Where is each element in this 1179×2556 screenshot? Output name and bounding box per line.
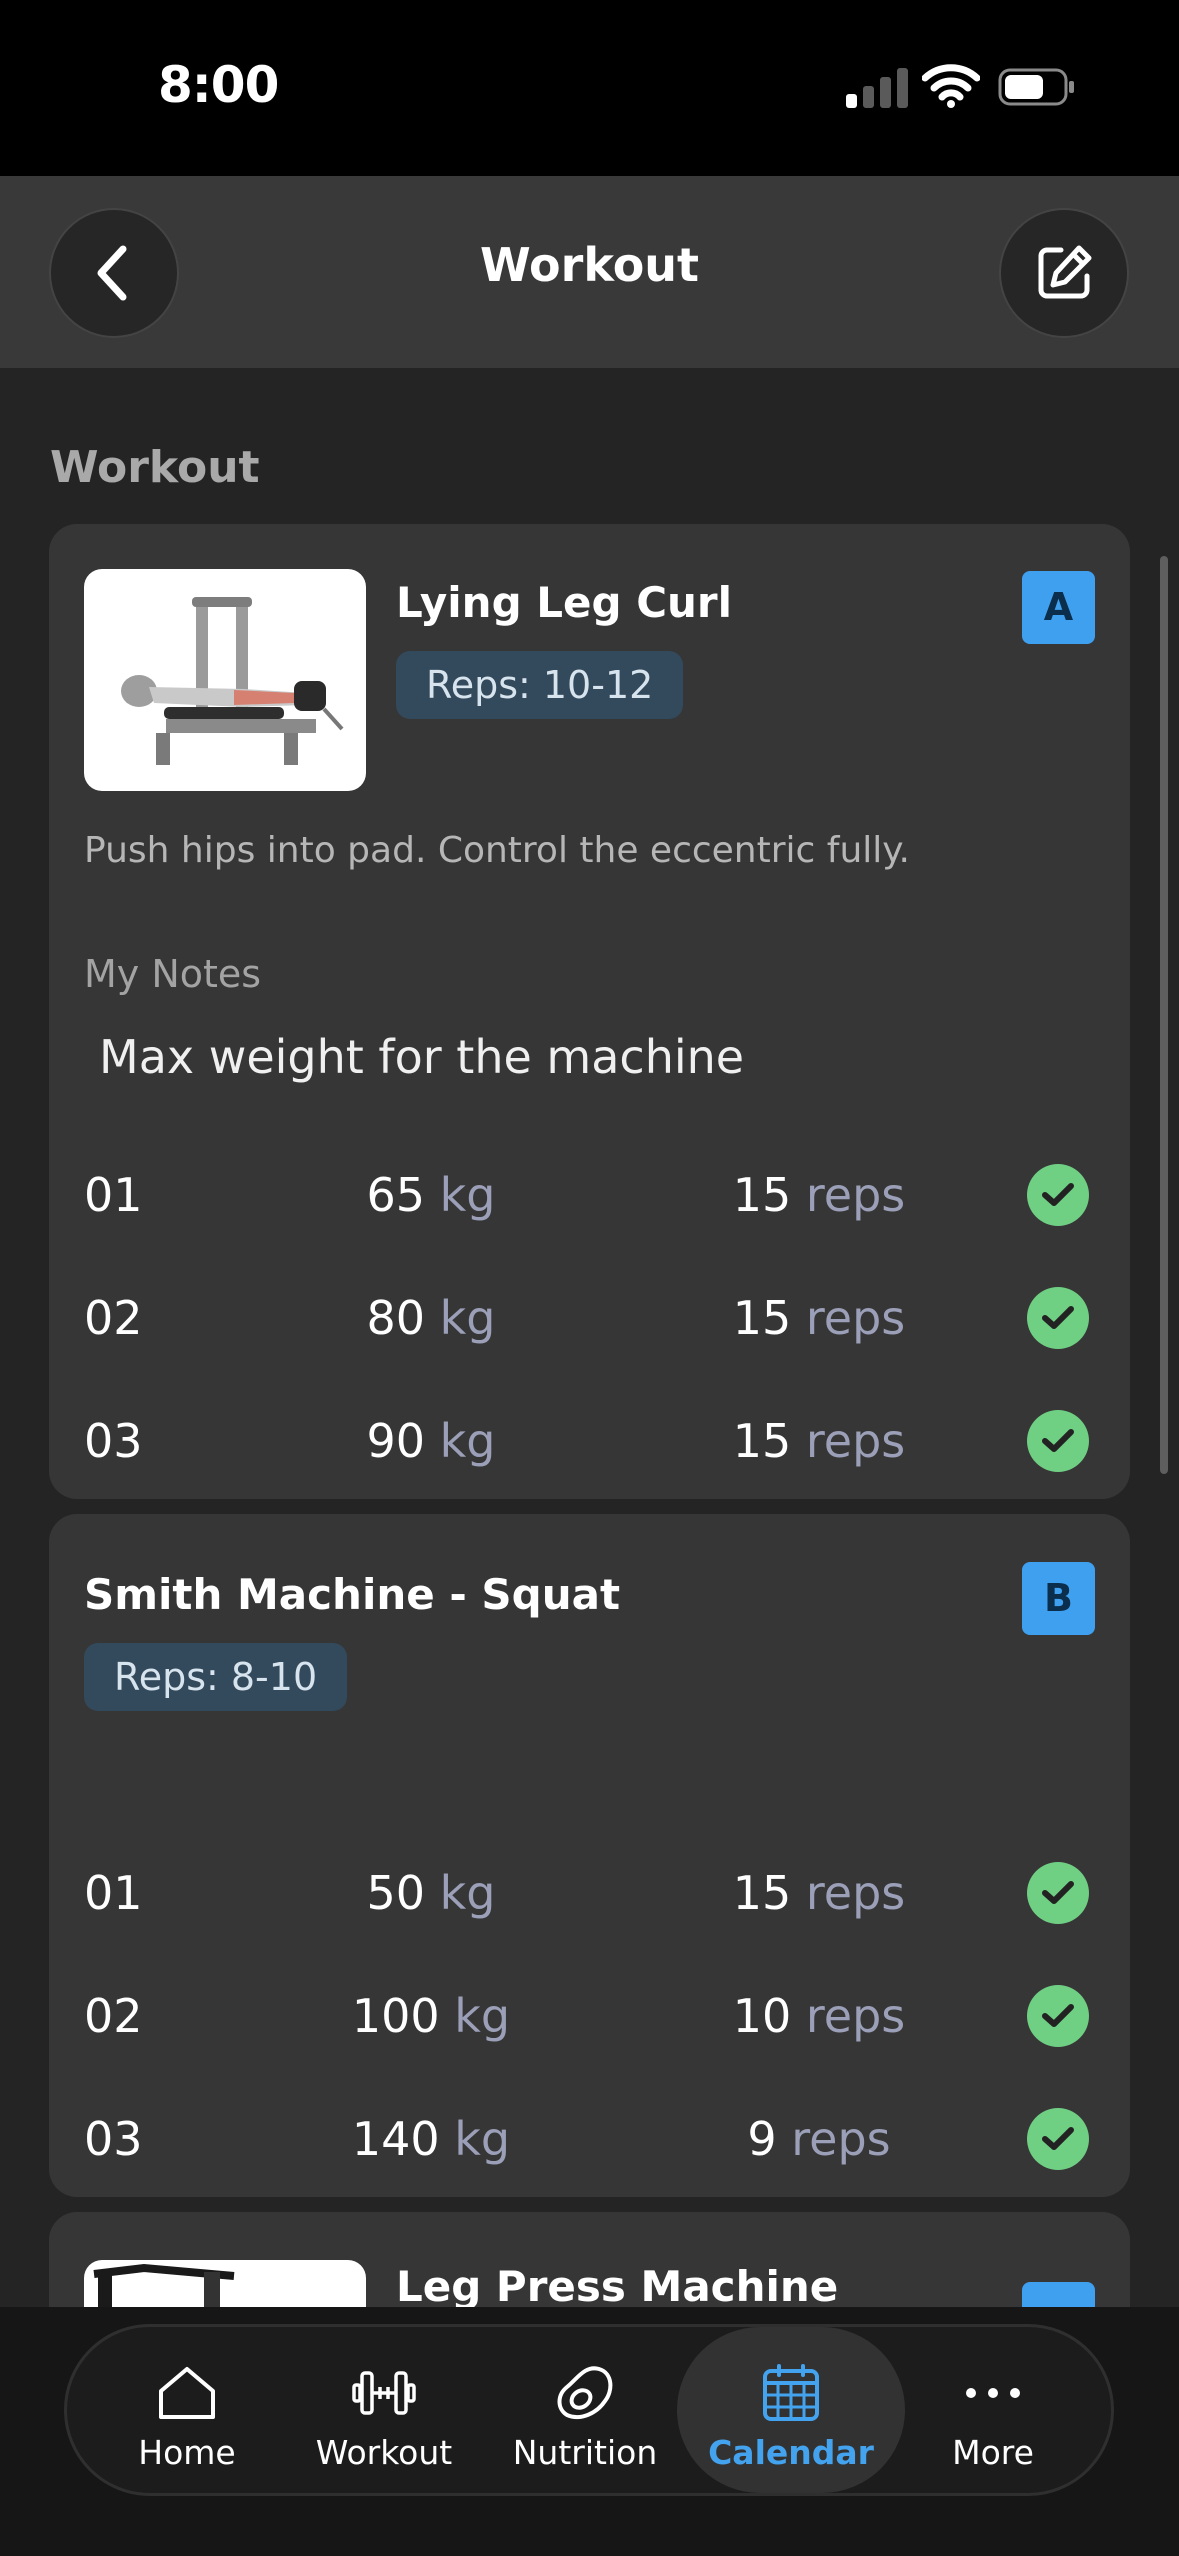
set-reps[interactable]: 10 reps [669,1989,969,2043]
set-number: 02 [84,1989,143,2043]
reps-badge: Reps: 8-10 [84,1643,348,1711]
nav-item-calendar[interactable]: Calendar [677,2327,905,2493]
check-icon [1042,2127,1074,2150]
status-time: 8:00 [158,56,279,114]
set-number: 01 [84,1866,143,1920]
set-reps[interactable]: 15 reps [669,1168,969,1222]
scrollbar[interactable] [1160,556,1168,1474]
exercise-name: Lying Leg Curl [396,578,733,627]
home-icon [159,2367,215,2419]
nav-item-workout[interactable]: Workout [284,2327,484,2493]
nav-label: Workout [315,2433,453,2472]
notes-field[interactable]: Max weight for the machine [99,1030,744,1084]
check-icon [1042,2004,1074,2027]
edit-button[interactable] [999,208,1129,338]
set-complete-check[interactable] [1027,2108,1089,2170]
exercise-card[interactable]: Smith Machine - Squat Reps: 8-10 B 01 50… [49,1514,1130,2197]
set-weight[interactable]: 90 kg [291,1414,571,1468]
set-complete-check[interactable] [1027,1287,1089,1349]
set-reps[interactable]: 9 reps [669,2112,969,2166]
top-bar: Workout [0,176,1179,368]
set-complete-check[interactable] [1027,1410,1089,1472]
set-complete-check[interactable] [1027,1164,1089,1226]
check-icon [1042,1183,1074,1206]
nav-item-nutrition[interactable]: Nutrition [485,2327,685,2493]
set-row[interactable]: 01 65 kg 15 reps [49,1144,1130,1244]
superset-badge: B [1022,1562,1095,1635]
avocado-icon [557,2366,613,2420]
exercise-description: Push hips into pad. Control the eccentri… [84,830,910,871]
exercise-card[interactable]: Lying Leg Curl Reps: 10-12 A Push hips i… [49,524,1130,1499]
wifi-icon [922,64,980,108]
set-weight[interactable]: 140 kg [291,2112,571,2166]
set-row[interactable]: 01 50 kg 15 reps [49,1842,1130,1942]
battery-icon [998,68,1074,106]
set-reps[interactable]: 15 reps [669,1866,969,1920]
nav-label: Calendar [708,2433,874,2472]
section-title: Workout [50,442,260,493]
check-icon [1042,1429,1074,1452]
set-row[interactable]: 03 140 kg 9 reps [49,2088,1130,2188]
set-weight[interactable]: 80 kg [291,1291,571,1345]
nav-label: More [952,2433,1034,2472]
set-weight[interactable]: 50 kg [291,1866,571,1920]
set-number: 01 [84,1168,143,1222]
bottom-nav: Home Workout Nutrition Calendar More [64,2324,1114,2496]
signal-icon [846,66,908,108]
set-weight[interactable]: 100 kg [291,1989,571,2043]
nav-label: Nutrition [512,2433,658,2472]
set-number: 02 [84,1291,143,1345]
check-icon [1042,1881,1074,1904]
notes-label: My Notes [84,952,262,996]
set-complete-check[interactable] [1027,1862,1089,1924]
set-number: 03 [84,1414,143,1468]
exercise-name: Leg Press Machine [396,2262,839,2311]
nav-label: Home [138,2433,236,2472]
exercise-name: Smith Machine - Squat [84,1570,621,1619]
status-bar: 8:00 [0,0,1179,176]
nav-item-more[interactable]: More [893,2327,1093,2493]
check-icon [1042,1306,1074,1329]
set-row[interactable]: 02 80 kg 15 reps [49,1267,1130,1367]
exercise-thumbnail [84,569,366,791]
superset-badge: A [1022,571,1095,644]
set-number: 03 [84,2112,143,2166]
set-reps[interactable]: 15 reps [669,1414,969,1468]
set-reps[interactable]: 15 reps [669,1291,969,1345]
reps-badge: Reps: 10-12 [396,651,684,719]
dumbbell-icon [352,2371,416,2415]
nav-item-home[interactable]: Home [87,2327,287,2493]
more-icon [966,2388,1020,2398]
set-row[interactable]: 03 90 kg 15 reps [49,1390,1130,1490]
set-row[interactable]: 02 100 kg 10 reps [49,1965,1130,2065]
edit-icon [1038,245,1092,299]
bottom-area: Home Workout Nutrition Calendar More [0,2307,1179,2556]
set-complete-check[interactable] [1027,1985,1089,2047]
set-weight[interactable]: 65 kg [291,1168,571,1222]
calendar-icon [763,2364,819,2421]
